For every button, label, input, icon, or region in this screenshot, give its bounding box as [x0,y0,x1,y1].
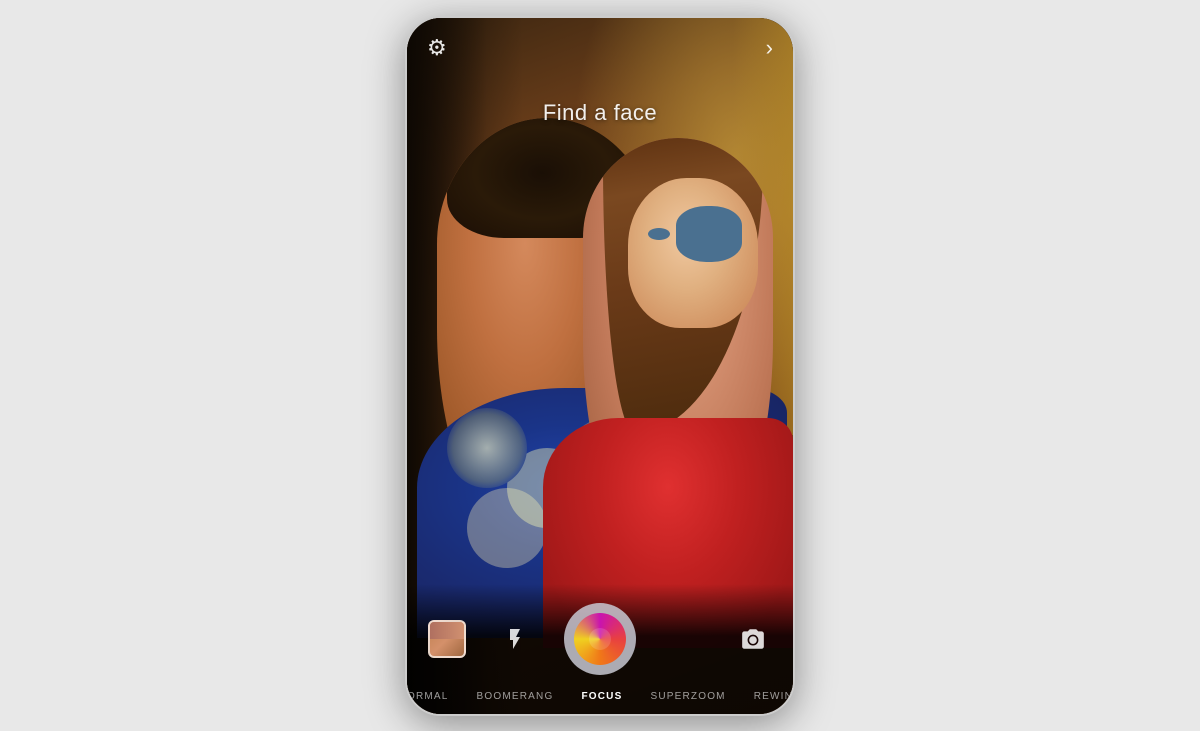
flash-button[interactable] [496,620,534,658]
find-face-label: Find a face [407,100,793,126]
gallery-thumbnail[interactable] [428,620,466,658]
tab-boomerang[interactable]: BOOMERANG [463,691,568,702]
mode-tabs: NORMAL BOOMERANG FOCUS SUPERZOOM REWIND [407,691,793,702]
phone-frame: ⚙ › Find a face [405,16,795,716]
capture-row [407,603,793,675]
person-right-face [628,178,758,328]
settings-icon[interactable]: ⚙ [427,35,447,61]
flip-camera-icon [740,626,766,652]
tab-superzoom[interactable]: SUPERZOOM [636,691,739,702]
capture-button-inner [574,613,626,665]
top-bar: ⚙ › [407,18,793,78]
tab-normal[interactable]: NORMAL [407,691,463,702]
tab-rewind[interactable]: REWIND [740,691,793,702]
next-arrow-icon[interactable]: › [766,35,773,61]
capture-button[interactable] [564,603,636,675]
flash-icon [503,627,527,651]
flip-camera-button[interactable] [734,620,772,658]
bottom-controls: NORMAL BOOMERANG FOCUS SUPERZOOM REWIND [407,584,793,714]
spacer [666,620,704,658]
camera-view: ⚙ › Find a face [407,18,793,714]
tab-focus[interactable]: FOCUS [567,691,636,702]
